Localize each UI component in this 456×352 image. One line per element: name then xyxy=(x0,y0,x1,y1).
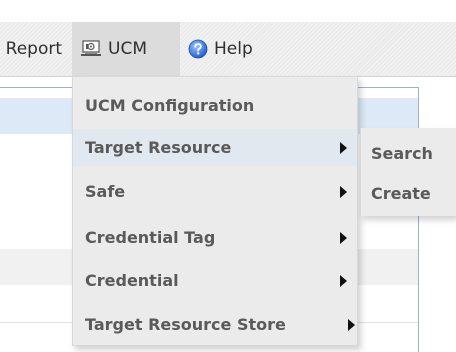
menu-item-target-resource[interactable]: Target Resource xyxy=(73,129,357,166)
submenu-arrow-icon xyxy=(340,231,347,244)
menu-bar: Report UCM Help xyxy=(0,22,456,77)
menu-item-safe[interactable]: Safe xyxy=(73,173,357,210)
screen: Report UCM Help UCM Configuration Target… xyxy=(0,0,456,352)
submenu-arrow-icon xyxy=(348,318,355,331)
menu-help[interactable]: Help xyxy=(184,22,253,76)
menu-ucm-label: UCM xyxy=(108,39,147,59)
submenu-item-label: Create xyxy=(371,183,431,203)
submenu-item-create[interactable]: Create xyxy=(361,174,456,212)
menu-item-label: Target Resource xyxy=(85,138,232,157)
target-resource-submenu: Search Create xyxy=(360,128,456,216)
menu-item-ucm-configuration[interactable]: UCM Configuration xyxy=(73,87,357,124)
menu-item-credential-tag[interactable]: Credential Tag xyxy=(73,219,357,256)
menu-item-target-resource-store[interactable]: Target Resource Store xyxy=(73,306,357,343)
menu-item-label: UCM Configuration xyxy=(85,96,255,115)
submenu-arrow-icon xyxy=(340,185,347,198)
menu-report[interactable]: Report xyxy=(0,22,62,76)
menu-help-label: Help xyxy=(214,39,253,59)
menu-item-label: Safe xyxy=(85,182,126,201)
menu-item-label: Credential Tag xyxy=(85,228,216,247)
ucm-icon xyxy=(81,40,101,56)
menu-report-label: Report xyxy=(5,39,62,59)
submenu-arrow-icon xyxy=(340,141,347,154)
submenu-arrow-icon xyxy=(340,274,347,287)
ucm-dropdown-menu: UCM Configuration Target Resource Safe C… xyxy=(72,76,358,346)
menu-item-label: Target Resource Store xyxy=(85,315,286,334)
menu-item-credential[interactable]: Credential xyxy=(73,262,357,299)
menu-ucm[interactable]: UCM xyxy=(72,22,180,76)
submenu-item-search[interactable]: Search xyxy=(361,134,456,172)
help-icon xyxy=(188,39,208,59)
submenu-item-label: Search xyxy=(371,143,433,163)
menu-item-label: Credential xyxy=(85,271,179,290)
